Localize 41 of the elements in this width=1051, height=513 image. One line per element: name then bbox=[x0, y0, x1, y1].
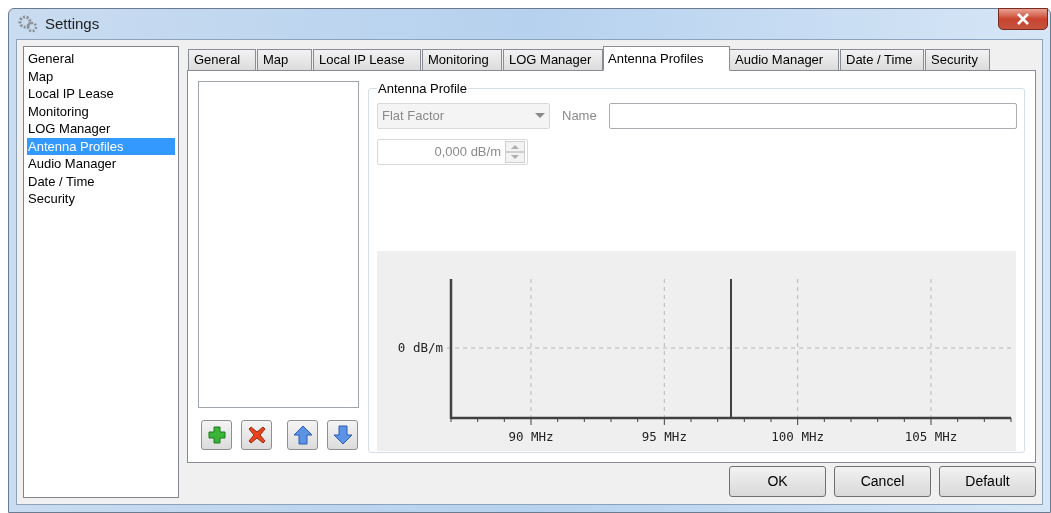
category-item[interactable]: Audio Manager bbox=[27, 155, 175, 173]
down-arrow-icon bbox=[332, 425, 353, 445]
dropdown-arrow-icon bbox=[535, 113, 545, 119]
tab[interactable]: Antenna Profiles bbox=[603, 46, 730, 71]
add-icon bbox=[206, 425, 227, 445]
up-arrow-icon bbox=[292, 425, 313, 445]
category-item[interactable]: Map bbox=[27, 67, 175, 85]
dialog-button[interactable]: Cancel bbox=[834, 466, 931, 497]
dialog-button[interactable]: OK bbox=[729, 466, 826, 497]
add-button[interactable] bbox=[201, 420, 232, 450]
name-label: Name bbox=[562, 107, 597, 126]
delete-icon bbox=[246, 425, 267, 445]
up-button[interactable] bbox=[287, 420, 318, 450]
close-icon bbox=[1016, 13, 1030, 25]
tab[interactable]: Audio Manager bbox=[729, 49, 839, 70]
category-item[interactable]: General bbox=[27, 50, 175, 68]
category-item[interactable]: Date / Time bbox=[27, 172, 175, 190]
category-item[interactable]: LOG Manager bbox=[27, 120, 175, 138]
category-item[interactable]: Security bbox=[27, 190, 175, 208]
category-item[interactable]: Local IP Lease bbox=[27, 85, 175, 103]
y-tick-label: 0 dB/m bbox=[397, 340, 443, 355]
dialog-button[interactable]: Default bbox=[939, 466, 1036, 497]
x-tick-label: 100 MHz bbox=[771, 429, 824, 444]
tab[interactable]: LOG Manager bbox=[503, 49, 603, 70]
tab[interactable]: Monitoring bbox=[422, 49, 502, 70]
close-button[interactable] bbox=[998, 8, 1048, 30]
x-tick-label: 105 MHz bbox=[904, 429, 958, 444]
tab[interactable]: Local IP Lease bbox=[313, 49, 421, 70]
category-item[interactable]: Monitoring bbox=[27, 102, 175, 120]
x-tick-label: 90 MHz bbox=[508, 429, 554, 444]
delete-button[interactable] bbox=[241, 420, 272, 450]
down-button[interactable] bbox=[327, 420, 358, 450]
x-tick-label: 95 MHz bbox=[641, 429, 687, 444]
name-field[interactable] bbox=[608, 103, 1017, 129]
window-title: Settings bbox=[45, 13, 100, 34]
tab[interactable]: Map bbox=[257, 49, 312, 70]
tab[interactable]: Date / Time bbox=[840, 49, 924, 70]
tab[interactable]: Security bbox=[925, 49, 990, 70]
spin-arrows-icon bbox=[505, 141, 525, 163]
gears-icon bbox=[17, 14, 39, 34]
tab[interactable]: General bbox=[188, 49, 256, 70]
